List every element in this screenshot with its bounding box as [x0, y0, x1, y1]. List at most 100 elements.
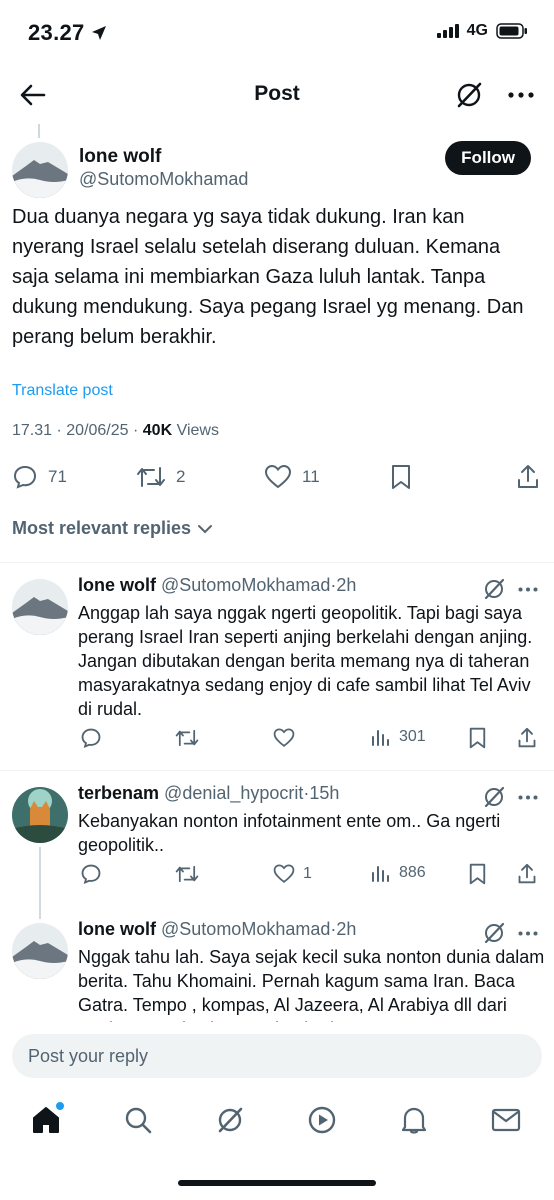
clock: 23.27: [28, 20, 85, 45]
chevron-down-icon: [198, 524, 213, 533]
more-options-button[interactable]: [516, 921, 540, 945]
reply-author-name[interactable]: lone wolf: [78, 575, 156, 595]
share-button[interactable]: [516, 464, 540, 490]
more-icon: [518, 795, 538, 799]
avatar-cat-image: [12, 787, 68, 843]
status-time: 23.27: [28, 20, 107, 46]
reply-button[interactable]: [80, 727, 102, 749]
notification-dot: [56, 1102, 64, 1110]
views-button[interactable]: 301: [371, 727, 426, 747]
repost-button[interactable]: [175, 863, 199, 885]
reply-input-placeholder: Post your reply: [28, 1046, 149, 1066]
translate-post-link[interactable]: Translate post: [12, 382, 113, 400]
more-icon: [518, 931, 538, 935]
bottom-tab-bar: [0, 1088, 554, 1158]
grok-icon: [484, 922, 505, 944]
post-meta: 17.31 · 20/06/25 · 40K Views: [12, 422, 219, 439]
bookmark-button[interactable]: [468, 727, 487, 749]
tab-messages[interactable]: [490, 1104, 522, 1136]
more-options-button[interactable]: [506, 80, 536, 110]
heart-icon: [273, 728, 295, 747]
replies-sort-label: Most relevant replies: [12, 518, 192, 538]
post-text: Dua duanya negara yg saya tidak dukung. …: [12, 206, 524, 348]
home-indicator: [178, 1180, 376, 1186]
tab-video[interactable]: [306, 1104, 338, 1136]
search-icon: [125, 1107, 152, 1134]
avatar-mountain-image: [12, 579, 68, 635]
reply-author-handle[interactable]: @SutomoMokhamad: [161, 575, 330, 595]
reply-text: Kebanyakan nonton infotainment ente om..…: [78, 811, 501, 855]
reply-header: terbenam @denial_hypocrit·15h: [78, 783, 339, 804]
reply-author-name[interactable]: terbenam: [78, 783, 159, 803]
repost-count: 2: [176, 467, 186, 486]
tab-grok[interactable]: [214, 1104, 246, 1136]
more-options-button[interactable]: [516, 577, 540, 601]
reply-time: 2h: [336, 919, 357, 939]
avatar-mountain-image: [12, 142, 68, 198]
tab-home[interactable]: [30, 1102, 64, 1136]
like-count: 1: [303, 865, 312, 882]
bookmark-button[interactable]: [468, 863, 487, 885]
reply-actions: 301: [0, 727, 554, 757]
reply-composer: Post your reply: [0, 1022, 554, 1088]
reply-actions: 1 886: [0, 863, 554, 893]
like-button[interactable]: 1: [273, 863, 312, 885]
reply-input[interactable]: Post your reply: [12, 1034, 542, 1078]
repost-button[interactable]: [175, 727, 199, 749]
post-actions: 71 2 11: [0, 458, 554, 498]
views-button[interactable]: 886: [371, 863, 426, 883]
reply-item[interactable]: terbenam @denial_hypocrit·15h Kebanyakan…: [0, 771, 554, 911]
share-button[interactable]: [517, 863, 537, 885]
avatar[interactable]: [12, 923, 68, 979]
reply-button[interactable]: 71: [12, 464, 67, 490]
tab-search[interactable]: [122, 1104, 154, 1136]
share-icon: [518, 465, 538, 488]
grok-button[interactable]: [482, 921, 506, 945]
bookmark-button[interactable]: [390, 464, 412, 490]
reply-item[interactable]: lone wolf @SutomoMokhamad·2h Anggap lah …: [0, 563, 554, 769]
author-handle[interactable]: @SutomoMokhamad: [79, 169, 248, 190]
play-circle-icon: [308, 1106, 336, 1134]
bell-icon: [401, 1107, 427, 1134]
avatar[interactable]: [12, 579, 68, 635]
reply-button[interactable]: [80, 863, 102, 885]
reply-author-handle[interactable]: @SutomoMokhamad: [161, 919, 330, 939]
reply-author-name[interactable]: lone wolf: [78, 919, 156, 939]
battery-icon: [496, 23, 527, 39]
like-button[interactable]: 11: [264, 464, 320, 490]
reply-author-handle[interactable]: @denial_hypocrit: [164, 783, 303, 803]
views-count: 301: [399, 728, 426, 745]
tab-notifications[interactable]: [398, 1104, 430, 1136]
replies-sort-dropdown[interactable]: Most relevant replies: [12, 518, 213, 539]
follow-button[interactable]: Follow: [445, 141, 531, 175]
reply-text: Nggak tahu lah. Saya sejak kecil suka no…: [78, 947, 545, 1022]
author-name[interactable]: lone wolf: [79, 146, 161, 168]
more-options-button[interactable]: [516, 785, 540, 809]
repost-icon: [137, 467, 165, 487]
thread-line: [39, 907, 41, 919]
views-label: Views: [176, 422, 219, 439]
share-button[interactable]: [517, 727, 537, 749]
avatar[interactable]: [12, 142, 68, 198]
bookmark-icon: [469, 863, 486, 885]
avatar[interactable]: [12, 787, 68, 843]
home-icon: [33, 1107, 59, 1133]
reply-item[interactable]: lone wolf @SutomoMokhamad·2h Nggak tahu …: [0, 907, 554, 1022]
reply-time: 15h: [309, 783, 340, 803]
top-nav: Post: [0, 66, 554, 124]
network-label: 4G: [466, 22, 488, 39]
more-icon: [518, 587, 538, 591]
reply-count: 71: [48, 467, 67, 486]
reply-time: 2h: [336, 575, 357, 595]
views-count: 40K: [142, 422, 173, 439]
grok-button[interactable]: [454, 80, 484, 110]
location-arrow-icon: [91, 26, 106, 40]
reply-header: lone wolf @SutomoMokhamad·2h: [78, 575, 356, 596]
like-button[interactable]: [273, 727, 303, 749]
grok-button[interactable]: [482, 577, 506, 601]
views-chart-icon: [372, 730, 389, 746]
repost-button[interactable]: 2: [136, 464, 185, 490]
grok-button[interactable]: [482, 785, 506, 809]
repost-icon: [175, 865, 199, 883]
like-count: 11: [302, 467, 320, 486]
